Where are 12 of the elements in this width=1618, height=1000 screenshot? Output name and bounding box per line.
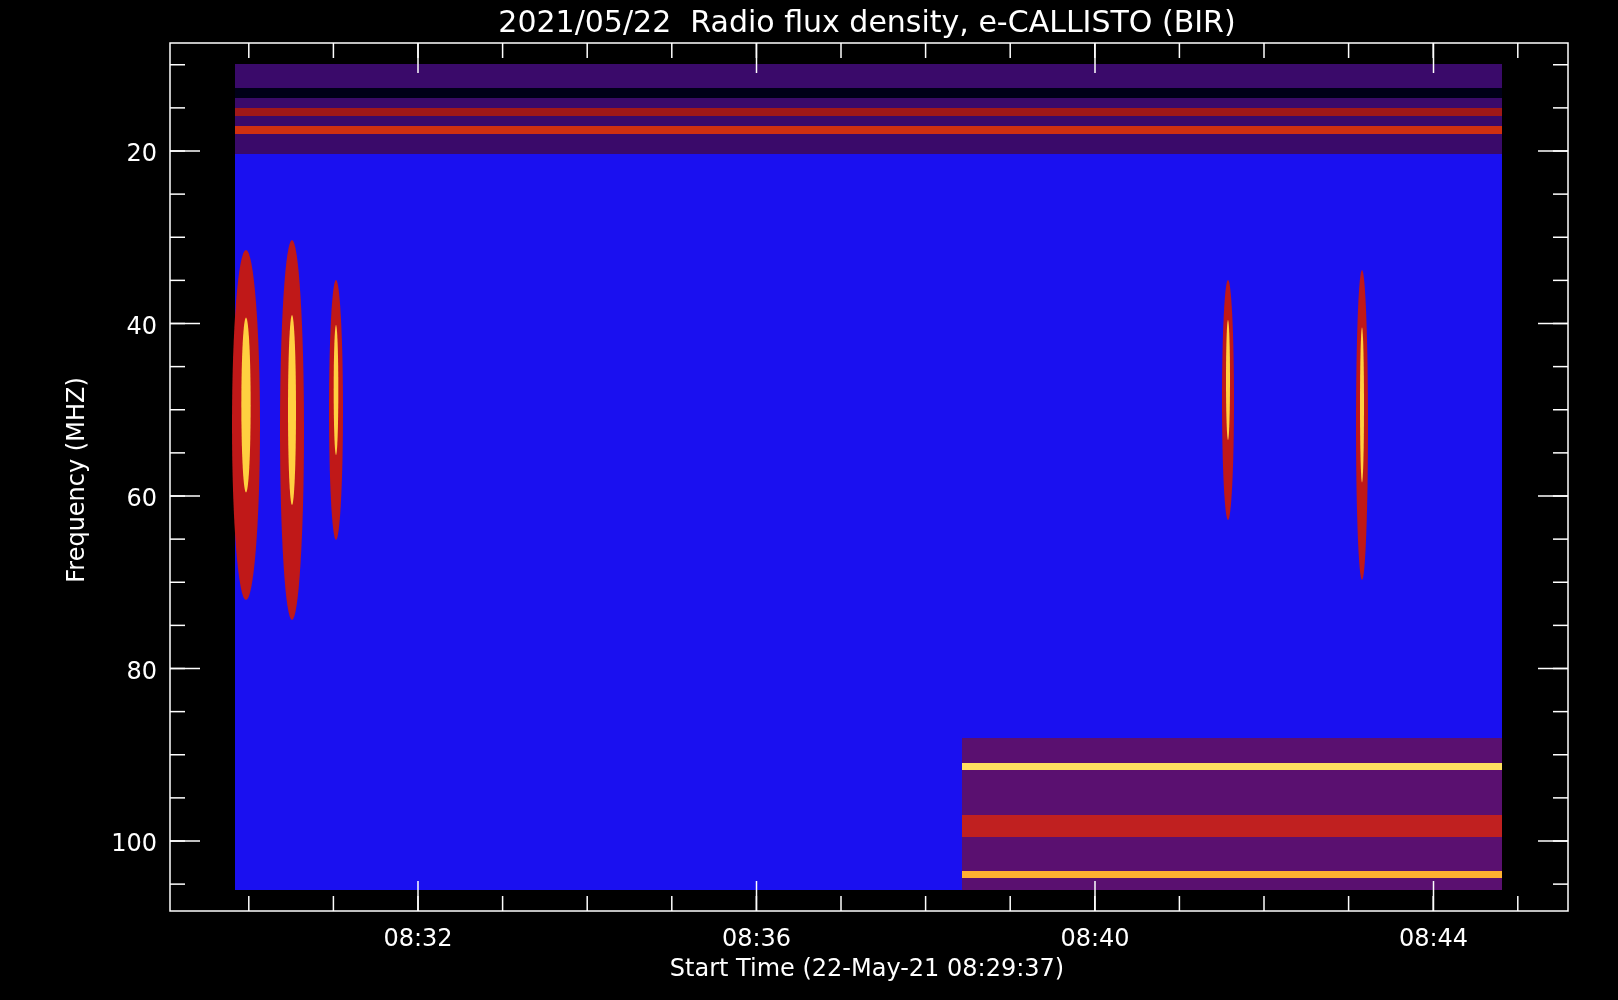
y-axis-title: Frequency (MHZ) — [62, 377, 90, 583]
y-tick-label: 60 — [126, 484, 157, 512]
x-tick-label: 08:44 — [1398, 924, 1469, 952]
y-tick-label: 100 — [111, 829, 157, 857]
y-tick-label: 80 — [126, 656, 157, 685]
y-tick-label: 20 — [126, 139, 157, 167]
x-tick-label: 08:40 — [1060, 924, 1130, 952]
x-axis-title: Start Time (22-May-21 08:29:37) — [669, 954, 1065, 982]
y-tick-label: 40 — [126, 311, 157, 340]
x-tick-label: 08:36 — [721, 924, 792, 952]
chart-title: 2021/05/22 Radio flux density, e-CALLISTO (BIR) — [498, 4, 1236, 39]
x-tick-label: 08:32 — [383, 924, 453, 952]
